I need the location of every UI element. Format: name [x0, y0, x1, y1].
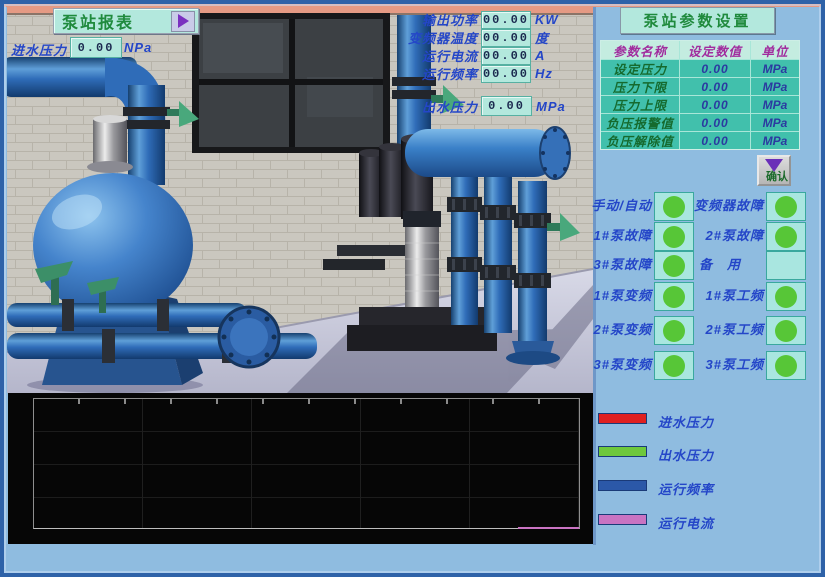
status-lamp-spare — [766, 251, 806, 280]
status-label-pump2-mains: 2#泵工频 — [676, 316, 764, 343]
status-label-spare: 备 用 — [676, 251, 764, 278]
run-current-value: 00.00 — [481, 47, 531, 65]
readout-outlet-pressure: 出水压力 0.00 MPa — [398, 96, 570, 116]
status-label-vfd-fault: 变频器故障 — [676, 192, 764, 219]
readout-run-frequency: 运行频率 00.00 Hz — [340, 64, 569, 83]
parameter-table-header: 参数名称 设定数值 单位 — [601, 41, 799, 59]
legend-label-inlet-pressure: 进水压力 — [658, 412, 714, 431]
plot-tick-marks — [34, 399, 579, 404]
status-lamp-pump1-mains — [766, 282, 806, 311]
inverter-temp-value: 00.00 — [481, 29, 531, 47]
status-lamp-pump2-mains — [766, 316, 806, 345]
inlet-pressure-label: 进水压力 — [11, 40, 67, 59]
legend-swatch-run-frequency — [598, 480, 647, 491]
status-label-pump2-vfd: 2#泵变频 — [566, 316, 652, 343]
status-lamp-vfd-fault — [766, 192, 806, 221]
status-label-pump3-vfd: 3#泵变频 — [566, 351, 652, 378]
set-pressure-value[interactable]: 0.00 — [680, 60, 751, 77]
legend-label-run-frequency: 运行频率 — [658, 479, 714, 498]
table-row: 设定压力 0.00 MPa — [601, 59, 799, 77]
output-power-value: 00.00 — [481, 11, 531, 29]
legend-label-run-current: 运行电流 — [658, 513, 714, 532]
legend-label-outlet-pressure: 出水压力 — [658, 445, 714, 464]
table-row: 负压报警值 0.00 MPa — [601, 113, 799, 131]
status-label-pump1-mains: 1#泵工频 — [676, 282, 764, 309]
outlet-pressure-value: 0.00 — [481, 96, 532, 116]
table-row: 压力上限 0.00 MPa — [601, 95, 799, 113]
pressure-low-limit-value[interactable]: 0.00 — [680, 78, 751, 95]
run-current-trace — [518, 527, 579, 529]
trend-chart — [8, 393, 593, 544]
inlet-pressure-value: 0.00 — [70, 37, 122, 58]
parameter-table: 参数名称 设定数值 单位 设定压力 0.00 MPa 压力下限 0.00 MPa… — [600, 40, 800, 150]
neg-pressure-release-value[interactable]: 0.00 — [680, 132, 751, 149]
status-label-pump1-vfd: 1#泵变频 — [566, 282, 652, 309]
table-row: 负压解除值 0.00 MPa — [601, 131, 799, 149]
legend-swatch-outlet-pressure — [598, 446, 647, 457]
report-button[interactable]: 泵站报表 — [53, 8, 199, 34]
status-lamp-pump3-mains — [766, 351, 806, 380]
neg-pressure-alarm-value[interactable]: 0.00 — [680, 114, 751, 131]
status-lamp-pump2-fault — [766, 222, 806, 251]
status-label-manual-auto: 手动/自动 — [566, 192, 652, 219]
legend-swatch-run-current — [598, 514, 647, 525]
trend-plot-area — [33, 398, 580, 529]
confirm-button-label: 确认 — [766, 168, 788, 184]
pump-station-hmi-screen: 泵站报表 进水压力 0.00 NPa 输出功率 00.00 KW 变频器温度 0… — [0, 0, 825, 577]
status-label-pump3-fault: 3#泵故障 — [566, 251, 652, 278]
pressure-high-limit-value[interactable]: 0.00 — [680, 96, 751, 113]
readout-output-power: 输出功率 00.00 KW — [340, 10, 569, 29]
status-label-pump3-mains: 3#泵工频 — [676, 351, 764, 378]
run-frequency-value: 00.00 — [481, 65, 531, 83]
report-button-label: 泵站报表 — [62, 9, 134, 33]
readout-run-current: 运行电流 00.00 A — [340, 46, 569, 65]
settings-panel-title: 泵站参数设置 — [620, 7, 775, 34]
legend-swatch-inlet-pressure — [598, 413, 647, 424]
status-label-pump1-fault: 1#泵故障 — [566, 222, 652, 249]
inlet-pressure-unit: NPa — [124, 40, 152, 55]
confirm-button[interactable]: 确认 — [757, 155, 791, 186]
table-row: 压力下限 0.00 MPa — [601, 77, 799, 95]
readout-inverter-temp: 变频器温度 00.00 度 — [340, 28, 569, 47]
play-icon[interactable] — [171, 11, 195, 32]
status-label-pump2-fault: 2#泵故障 — [676, 222, 764, 249]
